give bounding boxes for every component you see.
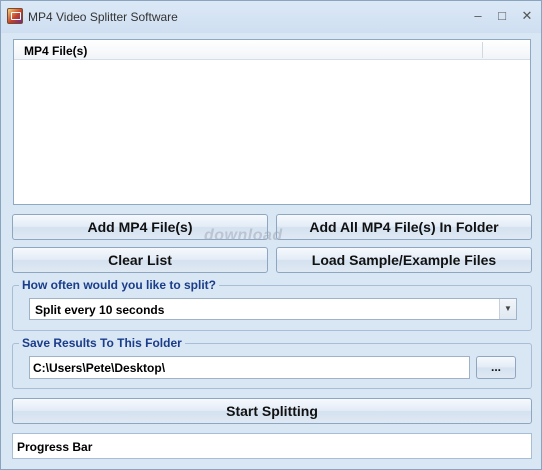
browse-folder-button[interactable]: ... [476,356,516,379]
close-icon[interactable]: ✕ [515,7,539,25]
app-video-icon [7,8,23,24]
minimize-icon[interactable]: – [466,7,490,25]
save-folder-path: C:\Users\Pete\Desktop\ [33,361,166,375]
split-interval-legend: How often would you like to split? [19,278,219,292]
save-folder-legend: Save Results To This Folder [19,336,185,350]
column-header-mp4-files[interactable]: MP4 File(s) [24,44,87,58]
progress-label: Progress Bar [17,440,93,454]
split-interval-value: Split every 10 seconds [35,303,165,317]
file-list-header: MP4 File(s) [14,40,530,60]
progress-bar: Progress Bar [12,433,532,459]
save-folder-input[interactable]: C:\Users\Pete\Desktop\ [29,356,470,379]
start-splitting-button[interactable]: Start Splitting [12,398,532,424]
clear-list-button[interactable]: Clear List [12,247,268,273]
main-window: MP4 Video Splitter Software – □ ✕ MP4 Fi… [0,0,542,470]
watermark-logo: download [204,227,283,244]
add-folder-button[interactable]: Add All MP4 File(s) In Folder [276,214,532,240]
chevron-down-icon[interactable]: ▼ [499,299,516,319]
title-bar[interactable]: MP4 Video Splitter Software – □ ✕ [1,1,541,33]
file-list[interactable]: MP4 File(s) [13,39,531,205]
maximize-icon[interactable]: □ [490,7,514,25]
column-separator[interactable] [482,42,483,58]
split-interval-dropdown[interactable]: Split every 10 seconds ▼ [29,298,517,320]
split-interval-group: How often would you like to split? Split… [12,278,532,331]
window-title: MP4 Video Splitter Software [28,10,178,24]
load-samples-button[interactable]: Load Sample/Example Files [276,247,532,273]
save-folder-group: Save Results To This Folder C:\Users\Pet… [12,336,532,389]
